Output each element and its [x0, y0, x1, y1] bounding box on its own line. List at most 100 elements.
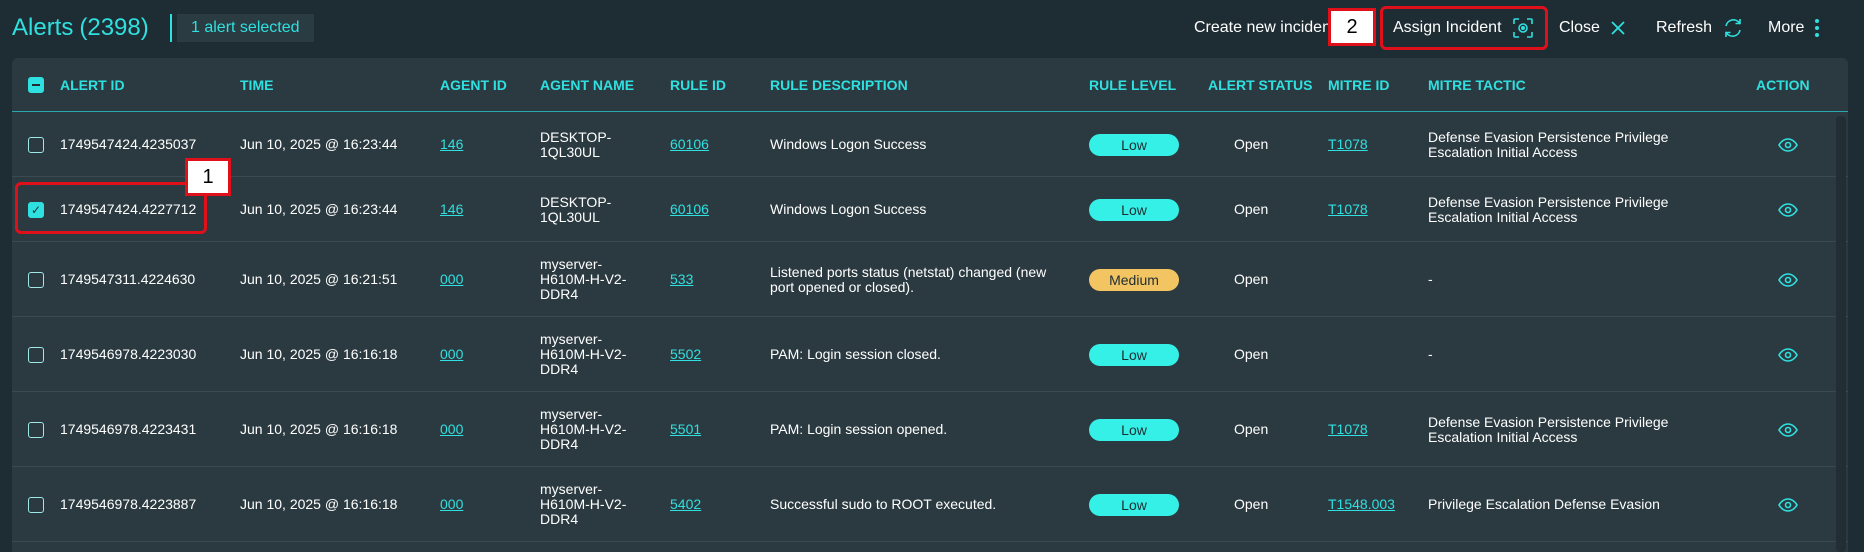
row-checkbox[interactable] — [28, 346, 44, 363]
column-header-time[interactable]: TIME — [240, 58, 273, 112]
row-checkbox[interactable] — [28, 136, 44, 153]
select-all-checkbox[interactable] — [28, 77, 44, 93]
alert-id-cell: 1749546978.4223431 — [60, 421, 197, 437]
agent-id-link[interactable]: 000 — [440, 467, 463, 542]
time-cell: Jun 10, 2025 @ 16:23:44 — [240, 136, 398, 152]
table-row[interactable]: 1749547311.4224630 Jun 10, 2025 @ 16:21:5… — [12, 242, 1848, 317]
agent-id-link[interactable]: 146 — [440, 112, 463, 177]
table-row[interactable]: 1749547424.4235037 Jun 10, 2025 @ 16:23:4… — [12, 112, 1848, 177]
close-icon — [1610, 20, 1626, 36]
rule-id-link[interactable]: 5402 — [670, 467, 701, 542]
rule-level-badge: Low — [1089, 198, 1179, 221]
create-incident-label: Create new inciden — [1194, 19, 1328, 36]
mitre-tactic-cell: Defense Evasion Persistence Privilege Es… — [1428, 128, 1669, 160]
mitre-tactic-cell: - — [1428, 346, 1433, 362]
rule-level-badge: Low — [1089, 343, 1179, 366]
time-cell: Jun 10, 2025 @ 16:16:18 — [240, 421, 398, 437]
rule-description-cell: Listened ports status (netstat) changed … — [770, 263, 1047, 295]
rule-id-link[interactable]: 533 — [670, 242, 693, 317]
create-incident-button[interactable]: Create new inciden — [1194, 12, 1328, 44]
column-header-rule-level[interactable]: RULE LEVEL — [1089, 58, 1176, 112]
page-title: Alerts (2398) — [12, 12, 149, 44]
alert-id-cell: 1749546978.4223030 — [60, 346, 197, 362]
time-cell: Jun 10, 2025 @ 16:23:44 — [240, 201, 398, 217]
column-header-rule-description[interactable]: RULE DESCRIPTION — [770, 58, 908, 112]
page-header: Alerts (2398) 1 alert selected Create ne… — [0, 0, 1864, 56]
refresh-label: Refresh — [1656, 19, 1713, 36]
agent-id-link[interactable]: 000 — [440, 242, 463, 317]
refresh-button[interactable]: Refresh — [1656, 12, 1744, 44]
view-eye-icon[interactable] — [1778, 272, 1798, 287]
agent-id-link[interactable]: 000 — [440, 317, 463, 392]
agent-name-cell: DESKTOP-1QL30UL — [540, 193, 612, 225]
refresh-icon — [1722, 17, 1744, 39]
selected-row-highlight — [15, 182, 207, 234]
close-button[interactable]: Close — [1559, 12, 1626, 44]
column-header-mitre-tactic[interactable]: MITRE TACTIC — [1428, 58, 1526, 112]
alert-count: (2398) — [79, 14, 149, 41]
table-header: ALERT ID TIME AGENT ID AGENT NAME RULE I… — [12, 58, 1848, 112]
table-row[interactable]: 1749546978.4223431 Jun 10, 2025 @ 16:16:1… — [12, 392, 1848, 467]
rule-description-cell: PAM: Login session opened. — [770, 421, 948, 437]
agent-name-cell: DESKTOP-1QL30UL — [540, 128, 612, 160]
alert-id-cell: 1749546978.4223887 — [60, 496, 197, 512]
more-button[interactable]: More — [1768, 12, 1820, 44]
agent-name-cell: myserver-H610M-H-V2-DDR4 — [540, 406, 627, 452]
mitre-tactic-cell: Defense Evasion Persistence Privilege Es… — [1428, 193, 1669, 225]
table-scrollbar[interactable] — [1836, 116, 1846, 552]
rule-level-badge: Medium — [1089, 268, 1179, 291]
annotation-marker-1: 1 — [185, 158, 231, 196]
table-row[interactable]: 1749546978.4223887 Jun 10, 2025 @ 16:16:1… — [12, 467, 1848, 542]
column-header-mitre-id[interactable]: MITRE ID — [1328, 58, 1389, 112]
rule-description-cell: Successful sudo to ROOT executed. — [770, 496, 997, 512]
alert-status-cell: Open — [1234, 271, 1269, 287]
agent-name-cell: myserver-H610M-H-V2-DDR4 — [540, 256, 627, 302]
row-checkbox[interactable] — [28, 421, 44, 438]
column-header-agent-name[interactable]: AGENT NAME — [540, 58, 634, 112]
column-header-alert-status[interactable]: ALERT STATUS — [1208, 58, 1312, 112]
rule-description-cell: PAM: Login session closed. — [770, 346, 941, 362]
alert-status-cell: Open — [1234, 136, 1269, 152]
rule-id-link[interactable]: 5502 — [670, 317, 701, 392]
agent-id-link[interactable]: 146 — [440, 177, 463, 242]
mitre-tactic-cell: - — [1428, 271, 1433, 287]
rule-id-link[interactable]: 60106 — [670, 177, 709, 242]
alert-status-cell: Open — [1234, 496, 1269, 512]
agent-id-link[interactable]: 000 — [440, 392, 463, 467]
row-checkbox[interactable] — [28, 496, 44, 513]
column-header-action[interactable]: ACTION — [1756, 58, 1810, 112]
rule-id-link[interactable]: 5501 — [670, 392, 701, 467]
view-eye-icon[interactable] — [1778, 497, 1798, 512]
view-eye-icon[interactable] — [1778, 422, 1798, 437]
column-header-rule-id[interactable]: RULE ID — [670, 58, 726, 112]
alert-status-cell: Open — [1234, 201, 1269, 217]
title-divider — [170, 14, 172, 42]
table-row[interactable]: 1749546978.4223030 Jun 10, 2025 @ 16:16:1… — [12, 317, 1848, 392]
table-row[interactable]: 1749547424.4227712Jun 10, 2025 @ 16:23:4… — [12, 177, 1848, 242]
time-cell: Jun 10, 2025 @ 16:16:18 — [240, 496, 398, 512]
row-checkbox[interactable] — [28, 271, 44, 288]
view-eye-icon[interactable] — [1778, 202, 1798, 217]
rule-description-cell: Windows Logon Success — [770, 136, 927, 152]
column-header-alert-id[interactable]: ALERT ID — [60, 58, 125, 112]
rule-level-badge: Low — [1089, 493, 1179, 516]
rule-level-badge: Low — [1089, 418, 1179, 441]
kebab-menu-icon — [1814, 17, 1820, 39]
view-eye-icon[interactable] — [1778, 137, 1798, 152]
column-header-agent-id[interactable]: AGENT ID — [440, 58, 507, 112]
mitre-tactic-cell: Defense Evasion Persistence Privilege Es… — [1428, 413, 1669, 445]
mitre-id-link[interactable]: T1548.003 — [1328, 467, 1395, 542]
mitre-id-link[interactable]: T1078 — [1328, 177, 1368, 242]
page-title-text: Alerts — [12, 14, 74, 41]
view-eye-icon[interactable] — [1778, 347, 1798, 362]
annotation-marker-2: 2 — [1328, 8, 1376, 46]
mitre-id-link[interactable]: T1078 — [1328, 392, 1368, 467]
alert-status-cell: Open — [1234, 346, 1269, 362]
agent-name-cell: myserver-H610M-H-V2-DDR4 — [540, 331, 627, 377]
agent-name-cell: myserver-H610M-H-V2-DDR4 — [540, 481, 627, 527]
mitre-id-link[interactable]: T1078 — [1328, 112, 1368, 177]
rule-id-link[interactable]: 60106 — [670, 112, 709, 177]
alert-status-cell: Open — [1234, 421, 1269, 437]
time-cell: Jun 10, 2025 @ 16:21:51 — [240, 271, 398, 287]
time-cell: Jun 10, 2025 @ 16:16:18 — [240, 346, 398, 362]
